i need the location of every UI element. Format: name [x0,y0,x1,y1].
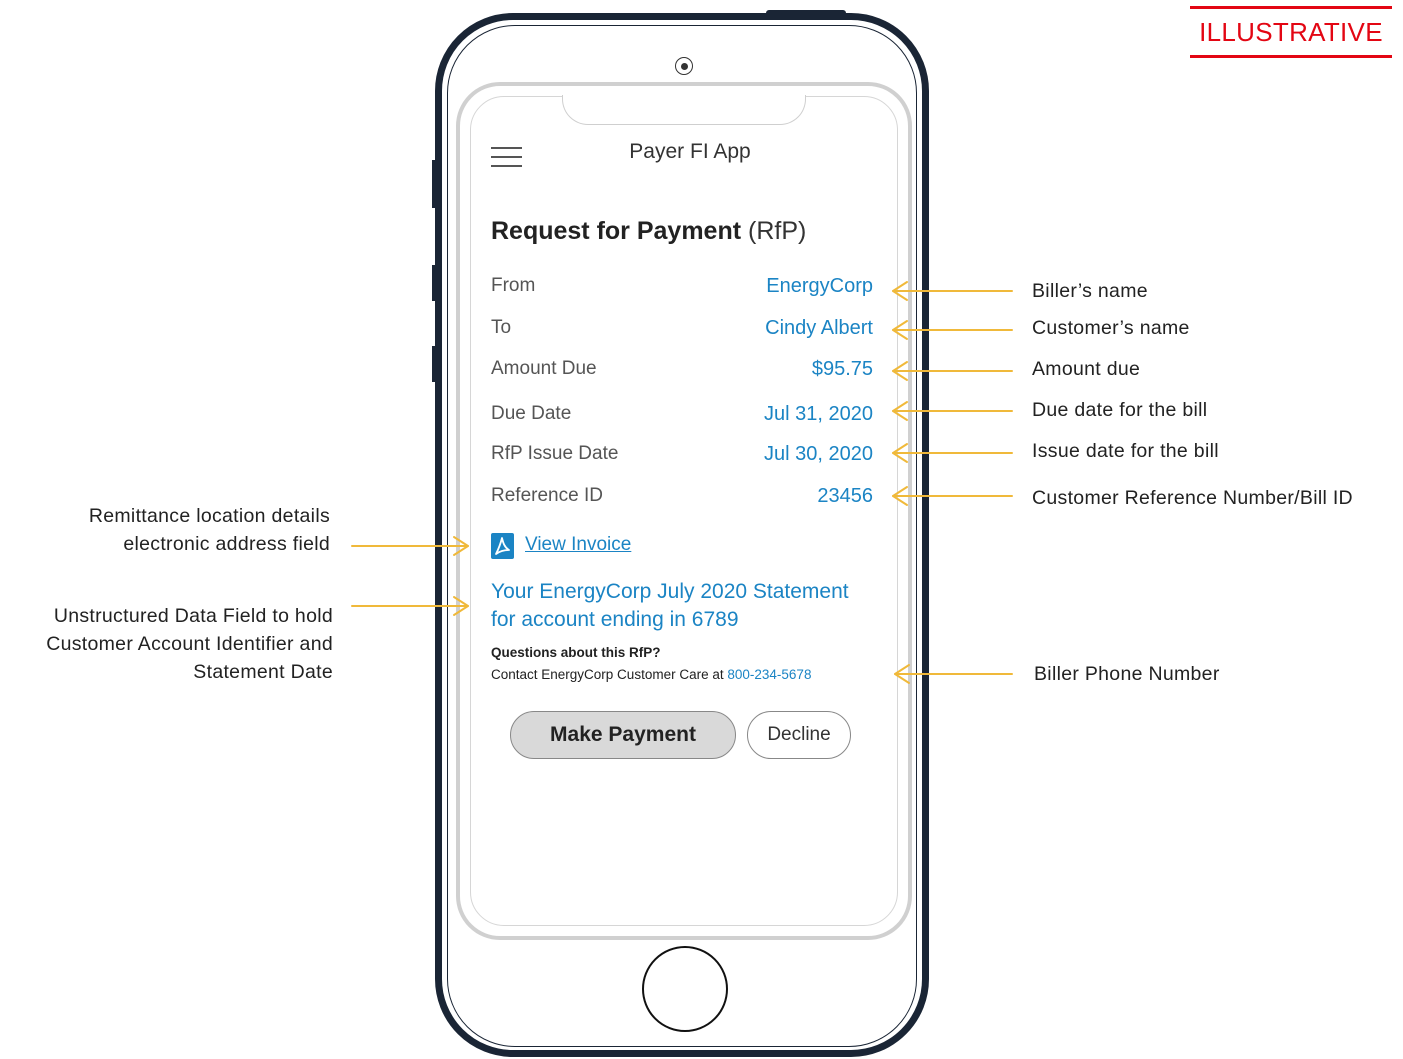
annotation-due-date: Due date for the bill [1032,399,1208,421]
screen-notch [562,95,806,125]
page-title: Request for Payment (RfP) [491,217,806,246]
amount-due-label: Amount Due [491,358,597,379]
view-invoice-link[interactable]: View Invoice [525,534,631,556]
biller-phone-link[interactable]: 800-234-5678 [727,667,811,682]
to-value: Cindy Albert [765,317,873,339]
annotation-unstructured-line-3: Statement Date [193,661,333,683]
annotation-unstructured-line-2: Customer Account Identifier and [46,633,333,655]
annotation-customers-name: Customer’s name [1032,317,1190,339]
statement-description: Your EnergyCorp July 2020 Statement for … [491,578,849,634]
annotation-remittance-line-1: Remittance location details [88,505,330,527]
app-title: Payer FI App [629,140,751,163]
annotation-remittance-line-2: electronic address field [123,533,330,555]
contact-text: Contact EnergyCorp Customer Care at [491,667,724,682]
page-title-bold: Request for Payment [491,217,742,245]
statement-line-2: for account ending in 6789 [491,608,739,631]
annotation-unstructured: Unstructured Data Field to hold Customer… [46,602,333,686]
annotation-issue-date: Issue date for the bill [1032,440,1219,462]
annotation-remittance: Remittance location details electronic a… [89,502,330,558]
page-title-abbrev: (RfP) [748,217,807,245]
questions-heading: Questions about this RfP? [491,645,661,660]
contact-line: Contact EnergyCorp Customer Care at 800-… [491,667,811,682]
annotation-billers-name: Biller’s name [1032,280,1148,302]
pdf-icon[interactable] [491,533,514,559]
reference-id-value: 23456 [817,485,873,507]
statement-line-1: Your EnergyCorp July 2020 Statement [491,580,849,603]
camera-icon [675,57,693,75]
reference-id-label: Reference ID [491,485,603,506]
to-label: To [491,317,512,338]
annotation-amount-due: Amount due [1032,358,1141,380]
annotation-biller-phone: Biller Phone Number [1034,663,1220,685]
decline-button[interactable]: Decline [747,711,851,759]
issue-date-label: RfP Issue Date [491,443,619,464]
home-button-icon[interactable] [642,946,728,1032]
hamburger-menu-icon[interactable] [491,147,522,167]
annotation-reference-number: Customer Reference Number/Bill ID [1032,487,1353,509]
from-value: EnergyCorp [766,275,873,297]
illustrative-tag: ILLUSTRATIVE [1190,6,1392,58]
due-date-label: Due Date [491,403,572,424]
from-label: From [491,275,536,296]
annotation-unstructured-line-1: Unstructured Data Field to hold [53,605,333,627]
amount-due-value: $95.75 [811,358,873,380]
due-date-value: Jul 31, 2020 [764,403,873,425]
make-payment-button[interactable]: Make Payment [510,711,736,759]
issue-date-value: Jul 30, 2020 [764,443,873,465]
